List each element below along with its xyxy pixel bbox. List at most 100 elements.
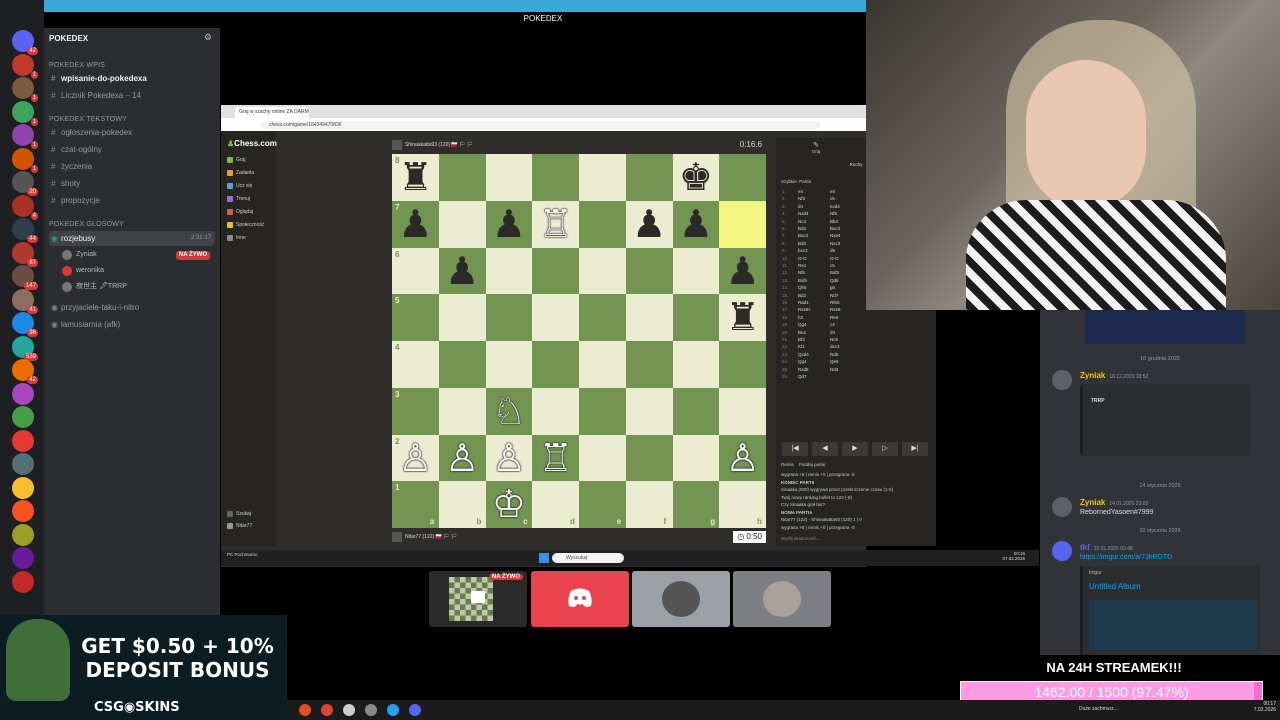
menu-profile[interactable]: Nitar77 — [227, 523, 252, 529]
square-e2[interactable] — [579, 434, 626, 482]
square-h8[interactable] — [719, 154, 766, 201]
server-icon[interactable]: 1 — [12, 100, 38, 126]
chess-piece-a8[interactable]: ♜ — [392, 154, 439, 201]
move-san[interactable]: c5 — [830, 262, 835, 270]
move-san[interactable]: Bxf5 — [830, 269, 839, 277]
message-author[interactable]: Zyniak 14.01.2026 23:03 — [1080, 498, 1148, 507]
square-g3[interactable] — [672, 387, 720, 435]
server-icon[interactable]: 1 — [12, 53, 38, 79]
voice-channel-przyjaciele[interactable]: ◉ przyjaciele-taku-i-nitro — [49, 300, 215, 315]
move-san[interactable]: e4 — [798, 188, 803, 196]
move-san[interactable]: Qd6 — [830, 277, 839, 285]
embed-image[interactable] — [1089, 600, 1257, 650]
next-move-button[interactable]: ▶ — [842, 442, 868, 456]
channel-czat[interactable]: # czat-ogólny — [49, 142, 215, 157]
move-san[interactable]: Nxc3 — [830, 240, 840, 248]
channel-propozycje[interactable]: # propozycje — [49, 193, 215, 208]
start-icon[interactable] — [539, 553, 549, 563]
move-san[interactable]: dxc3 — [830, 343, 840, 351]
move-san[interactable]: c6 — [830, 195, 835, 203]
move-san[interactable]: Rad1 — [798, 299, 809, 307]
stream-thumb-chess[interactable]: NA ŻYWO — [429, 571, 527, 627]
square-e6[interactable] — [579, 247, 626, 295]
move-san[interactable]: Kf1 — [798, 343, 805, 351]
chess-piece-c1[interactable]: ♔ — [486, 481, 533, 528]
brave-icon[interactable] — [299, 704, 311, 716]
move-san[interactable]: Qh5 — [798, 284, 807, 292]
chess-piece-d2[interactable]: ♖ — [532, 435, 579, 482]
message-author[interactable]: Zyniak 16.12.2025 18:52 — [1080, 371, 1148, 380]
square-b3[interactable] — [438, 387, 486, 435]
category-glosowy[interactable]: POKEDEX GŁOSOWY — [49, 221, 124, 228]
voice-user[interactable]: weronika — [62, 264, 104, 278]
move-san[interactable]: Bxc3 — [830, 225, 840, 233]
chess-piece-b2[interactable]: ♙ — [439, 435, 486, 482]
move-san[interactable]: Re6 — [830, 314, 838, 322]
move-san[interactable]: c4 — [830, 321, 835, 329]
square-f5[interactable] — [625, 294, 673, 341]
square-b8[interactable] — [438, 154, 486, 201]
move-san[interactable]: O-O — [830, 255, 839, 263]
move-san[interactable]: d4 — [798, 203, 803, 211]
move-san[interactable]: Nf3 — [798, 195, 805, 203]
server-icon[interactable]: 4 — [12, 194, 38, 220]
server-icon[interactable]: 1 — [12, 124, 38, 149]
stream-thumb-discord[interactable] — [531, 571, 629, 627]
server-icon[interactable] — [12, 406, 34, 428]
voice-user[interactable]: 寂世主 🖋TRRP — [62, 280, 127, 294]
channel-wpisanie[interactable]: # wpisanie-do-pokedexa — [49, 71, 215, 86]
menu-trenuj[interactable]: Trenuj — [227, 196, 250, 202]
chess-piece-f7[interactable]: ♟ — [626, 201, 673, 248]
move-san[interactable]: d5 — [830, 247, 835, 255]
move-san[interactable]: Re1 — [798, 262, 806, 270]
square-b4[interactable] — [438, 341, 486, 388]
top-player-name[interactable]: Shinaakatta93 (120) 🇵🇱 🏳 🏳 — [405, 142, 473, 148]
obs-icon[interactable] — [343, 704, 355, 716]
square-e7[interactable] — [579, 200, 626, 248]
chat-input[interactable]: Wyślij wiadomość... — [781, 536, 931, 541]
stream-thumb-user[interactable] — [733, 571, 831, 627]
square-e3[interactable] — [579, 387, 626, 435]
square-e4[interactable] — [579, 341, 626, 388]
settings-icon[interactable] — [365, 704, 377, 716]
move-san[interactable]: exd4 — [830, 203, 840, 211]
server-icon[interactable] — [12, 429, 34, 452]
chess-piece-c3[interactable]: ♘ — [486, 388, 533, 435]
server-icon[interactable] — [12, 382, 34, 405]
draw-button[interactable]: Remis — [781, 462, 794, 467]
move-san[interactable]: Rfe8 — [830, 299, 840, 307]
menu-zadania[interactable]: Zadania — [227, 170, 254, 176]
discord-home-icon[interactable]: 42 — [12, 30, 38, 55]
avatar[interactable] — [1052, 497, 1072, 517]
chess-piece-b6[interactable]: ♟ — [439, 248, 486, 295]
voice-channel-lamusiarnia[interactable]: ◉ lamusiarnia (afk) — [49, 317, 215, 332]
voice-channel-rozjebusy[interactable]: ◉ rozjebusy 2:31:17 — [49, 231, 215, 246]
voice-user[interactable]: Zyniak NA ŻYWO — [62, 248, 214, 262]
move-san[interactable]: Qe5 — [830, 358, 839, 366]
server-icon[interactable]: 44 — [12, 218, 38, 243]
server-icon[interactable] — [12, 570, 34, 593]
move-san[interactable]: Qg4 — [798, 321, 807, 329]
square-f2[interactable] — [625, 434, 673, 482]
server-name[interactable]: POKEDEX — [49, 34, 88, 43]
server-icon[interactable]: 42 — [12, 359, 38, 384]
chess-board[interactable]: 8 7 6 5 4 3 2 1 a b c d e f g h ♜ ♚ ♟ ♟ ♖ ♟ ♟ ♟ ♟ ♜ ♘ ♙ ♙ ♙ ♖ ♙ ♔ — [392, 154, 766, 528]
channel-shoty[interactable]: # shoty — [49, 176, 215, 191]
square-d8[interactable] — [532, 154, 579, 201]
prev-move-button[interactable]: ◀ — [812, 442, 838, 456]
move-san[interactable]: h3 — [798, 314, 803, 322]
move-san[interactable]: d4 — [830, 329, 835, 337]
menu-ucz[interactable]: Ucz się — [227, 183, 252, 189]
move-san[interactable]: Rxe8 — [830, 306, 841, 314]
move-san[interactable]: Bd2 — [798, 225, 806, 233]
server-icon[interactable]: 20 — [12, 171, 38, 196]
chess-piece-a7[interactable]: ♟ — [392, 201, 439, 248]
server-icon[interactable] — [12, 523, 34, 546]
move-san[interactable]: Bxc3 — [798, 232, 808, 240]
square-d4[interactable] — [532, 341, 579, 388]
app-icon[interactable] — [321, 704, 333, 716]
first-move-button[interactable]: |◀ — [782, 442, 808, 456]
move-san[interactable]: Nc5 — [830, 336, 838, 344]
move-san[interactable]: Qg4 — [798, 358, 807, 366]
taskbar-search[interactable]: Wyszukaj — [552, 553, 624, 563]
